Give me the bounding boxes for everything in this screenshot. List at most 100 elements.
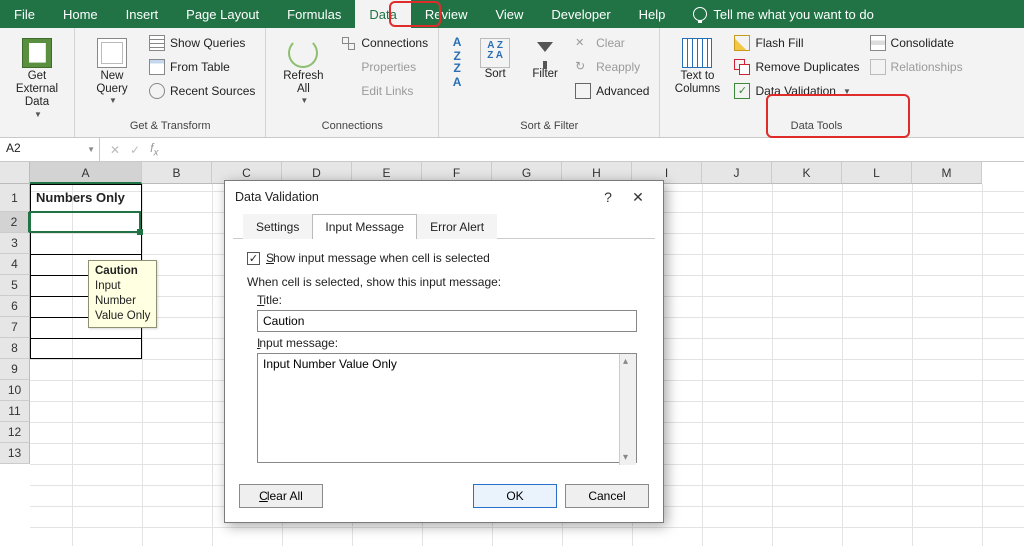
text-to-columns-button[interactable]: Text to Columns bbox=[668, 32, 726, 96]
rowhead-12[interactable]: 12 bbox=[0, 422, 30, 443]
sort-icon: A ZZ A bbox=[480, 38, 510, 68]
colhead-k[interactable]: K bbox=[772, 162, 842, 184]
refresh-icon bbox=[288, 38, 318, 68]
sort-label: Sort bbox=[485, 68, 506, 81]
filter-button[interactable]: Filter bbox=[523, 32, 567, 81]
row-headers: 1 2 3 4 5 6 7 8 9 10 11 12 13 bbox=[0, 184, 30, 464]
group-data-tools-label: Data Tools bbox=[668, 118, 964, 135]
dialog-title: Data Validation bbox=[235, 190, 319, 204]
rowhead-5[interactable]: 5 bbox=[0, 275, 30, 296]
get-external-data-button[interactable]: Get External Data▼ bbox=[8, 32, 66, 119]
message-label: Input message: bbox=[257, 336, 641, 350]
connections-icon bbox=[340, 35, 356, 51]
dialog-tab-input-message[interactable]: Input Message bbox=[312, 214, 417, 239]
connections-button[interactable]: Connections bbox=[338, 32, 430, 54]
show-input-message-checkbox[interactable]: ✓ Show input message when cell is select… bbox=[247, 251, 641, 265]
reapply-button: Reapply bbox=[573, 56, 651, 78]
tab-developer[interactable]: Developer bbox=[537, 0, 624, 28]
select-all-corner[interactable] bbox=[0, 162, 30, 184]
tab-formulas[interactable]: Formulas bbox=[273, 0, 355, 28]
formula-bar: A2▼ ✕ ✓ fx bbox=[0, 138, 1024, 162]
refresh-all-button[interactable]: Refresh All▼ bbox=[274, 32, 332, 106]
properties-icon bbox=[340, 59, 356, 75]
dialog-titlebar[interactable]: Data Validation ? ✕ bbox=[225, 181, 663, 213]
dialog-tab-error-alert[interactable]: Error Alert bbox=[417, 214, 497, 239]
group-sort-filter-label: Sort & Filter bbox=[447, 118, 651, 135]
new-query-label: New Query bbox=[96, 70, 127, 96]
tab-data[interactable]: Data bbox=[355, 0, 410, 28]
dialog-tabs: Settings Input Message Error Alert bbox=[233, 213, 655, 239]
flash-fill-button[interactable]: Flash Fill bbox=[732, 32, 861, 54]
properties-button: Properties bbox=[338, 56, 430, 78]
cancel-formula-icon[interactable]: ✕ bbox=[110, 143, 120, 157]
new-query-button[interactable]: New Query▼ bbox=[83, 32, 141, 106]
rowhead-1[interactable]: 1 bbox=[0, 184, 30, 212]
tab-file[interactable]: File bbox=[0, 0, 49, 28]
rowhead-2[interactable]: 2 bbox=[0, 212, 30, 233]
tab-home[interactable]: Home bbox=[49, 0, 112, 28]
rowhead-13[interactable]: 13 bbox=[0, 443, 30, 464]
rowhead-3[interactable]: 3 bbox=[0, 233, 30, 254]
remove-duplicates-button[interactable]: Remove Duplicates bbox=[732, 56, 861, 78]
tab-page-layout[interactable]: Page Layout bbox=[172, 0, 273, 28]
title-label: Title: bbox=[257, 293, 641, 307]
table-icon bbox=[149, 59, 165, 75]
recent-sources-button[interactable]: Recent Sources bbox=[147, 80, 257, 102]
group-get-transform: New Query▼ Show Queries From Table Recen… bbox=[75, 28, 266, 137]
from-table-button[interactable]: From Table bbox=[147, 56, 257, 78]
ok-button[interactable]: OK bbox=[473, 484, 557, 508]
sort-button[interactable]: A ZZ A Sort bbox=[473, 32, 517, 81]
links-icon bbox=[340, 83, 356, 99]
rowhead-8[interactable]: 8 bbox=[0, 338, 30, 359]
data-validation-icon bbox=[734, 83, 750, 99]
message-textarea[interactable] bbox=[257, 353, 637, 463]
clear-all-button[interactable]: Clear All bbox=[239, 484, 323, 508]
close-icon[interactable]: ✕ bbox=[623, 189, 653, 206]
group-sort-filter: AZ ZA A ZZ A Sort Filter Clear Reapply A… bbox=[439, 28, 660, 137]
data-validation-button[interactable]: Data Validation▼ bbox=[732, 80, 861, 102]
rowhead-11[interactable]: 11 bbox=[0, 401, 30, 422]
enter-formula-icon[interactable]: ✓ bbox=[130, 143, 140, 157]
tell-me[interactable]: Tell me what you want to do bbox=[679, 0, 887, 28]
tab-view[interactable]: View bbox=[481, 0, 537, 28]
relationships-icon bbox=[870, 59, 886, 75]
colhead-b[interactable]: B bbox=[142, 162, 212, 184]
text-to-columns-icon bbox=[682, 38, 712, 68]
fx-icon[interactable]: fx bbox=[150, 141, 158, 158]
name-box[interactable]: A2▼ bbox=[0, 138, 100, 161]
colhead-m[interactable]: M bbox=[912, 162, 982, 184]
rowhead-6[interactable]: 6 bbox=[0, 296, 30, 317]
advanced-button[interactable]: Advanced bbox=[573, 80, 651, 102]
tooltip-body: Input Number Value Only bbox=[95, 280, 150, 322]
colhead-a[interactable]: A bbox=[30, 162, 142, 184]
group-connections: Refresh All▼ Connections Properties Edit… bbox=[266, 28, 439, 137]
active-cell bbox=[29, 211, 141, 233]
lightbulb-icon bbox=[693, 7, 707, 21]
consolidate-button[interactable]: Consolidate bbox=[868, 32, 965, 54]
rowhead-9[interactable]: 9 bbox=[0, 359, 30, 380]
rowhead-7[interactable]: 7 bbox=[0, 317, 30, 338]
sort-desc-button[interactable]: ZA bbox=[447, 58, 467, 80]
title-input[interactable] bbox=[257, 310, 637, 332]
cancel-button[interactable]: Cancel bbox=[565, 484, 649, 508]
consolidate-icon bbox=[870, 35, 886, 51]
dialog-intro: When cell is selected, show this input m… bbox=[247, 275, 641, 289]
filter-label: Filter bbox=[532, 68, 558, 81]
tab-insert[interactable]: Insert bbox=[112, 0, 173, 28]
rowhead-10[interactable]: 10 bbox=[0, 380, 30, 401]
colhead-j[interactable]: J bbox=[702, 162, 772, 184]
text-to-columns-label: Text to Columns bbox=[675, 70, 720, 96]
checkbox-icon: ✓ bbox=[247, 252, 260, 265]
help-icon[interactable]: ? bbox=[593, 189, 623, 205]
group-connections-label: Connections bbox=[274, 118, 430, 135]
show-queries-button[interactable]: Show Queries bbox=[147, 32, 257, 54]
tab-review[interactable]: Review bbox=[411, 0, 482, 28]
input-message-tooltip: Caution Input Number Value Only bbox=[88, 260, 157, 328]
sort-asc-button[interactable]: AZ bbox=[447, 32, 467, 54]
tab-help[interactable]: Help bbox=[625, 0, 680, 28]
flash-fill-icon bbox=[734, 35, 750, 51]
rowhead-4[interactable]: 4 bbox=[0, 254, 30, 275]
dialog-tab-settings[interactable]: Settings bbox=[243, 214, 312, 239]
colhead-l[interactable]: L bbox=[842, 162, 912, 184]
scrollbar[interactable] bbox=[619, 354, 636, 465]
